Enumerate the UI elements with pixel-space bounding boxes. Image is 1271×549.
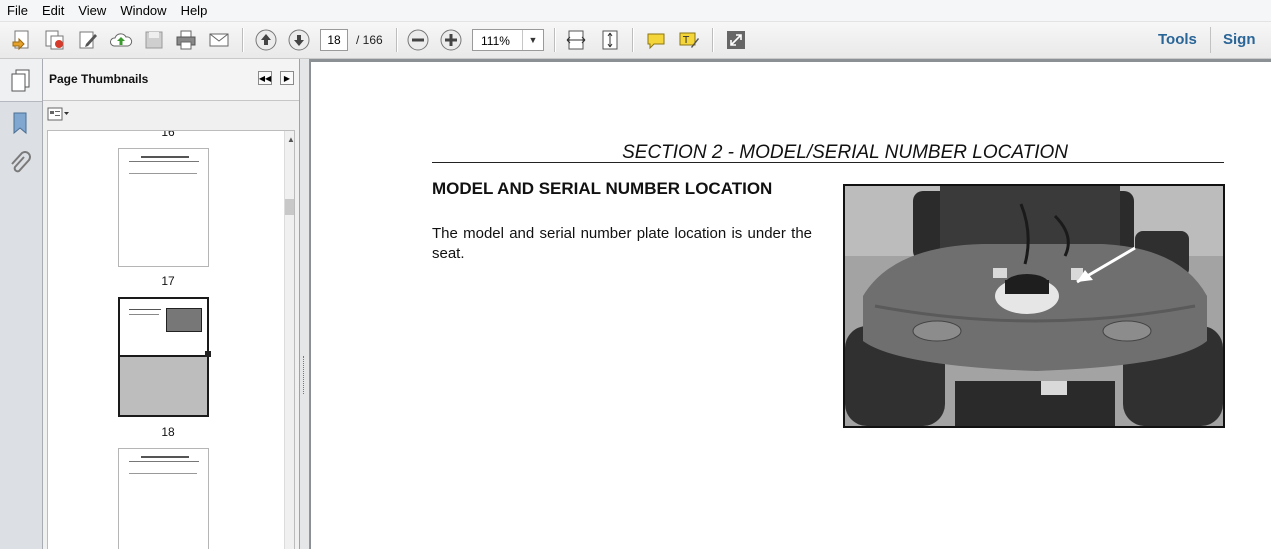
sign-button[interactable]: Sign [1223, 31, 1256, 48]
thumbnail-page-selected[interactable] [118, 297, 211, 417]
thumbnail-list: 16 17 18 ▲ [47, 130, 295, 549]
highlight-text-icon[interactable]: T [675, 26, 703, 54]
menu-bar: File Edit View Window Help [0, 0, 1271, 22]
toolbar-separator [712, 28, 714, 52]
page-heading: MODEL AND SERIAL NUMBER LOCATION [432, 179, 773, 198]
zoom-value: 111% [481, 34, 510, 48]
panel-header: Page Thumbnails ◀◀ ▶ [43, 59, 299, 101]
thumbnail-page[interactable] [118, 148, 209, 267]
fit-width-icon[interactable] [562, 26, 590, 54]
document-view: SECTION 2 - MODEL/SERIAL NUMBER LOCATION… [310, 59, 1271, 549]
section-title: SECTION 2 - MODEL/SERIAL NUMBER LOCATION [622, 142, 1068, 163]
toolbar-separator [1210, 27, 1211, 53]
thumbnail-scrollbar[interactable]: ▲ [284, 131, 294, 549]
toolbar: 18 / 166 111% ▼ T Tools Sign [0, 22, 1271, 59]
create-pdf-icon[interactable] [8, 26, 36, 54]
chevron-up-icon[interactable]: ▲ [287, 135, 294, 144]
menu-file[interactable]: File [0, 3, 35, 18]
svg-text:T: T [682, 35, 690, 46]
menu-window[interactable]: Window [113, 3, 173, 18]
plus-circle-icon[interactable] [437, 26, 465, 54]
bookmark-icon[interactable] [10, 111, 30, 135]
arrow-up-icon[interactable] [252, 26, 280, 54]
chevron-down-icon[interactable]: ▼ [522, 30, 543, 50]
save-icon[interactable] [140, 26, 168, 54]
pdf-page: SECTION 2 - MODEL/SERIAL NUMBER LOCATION… [311, 62, 1271, 549]
mower-photo [843, 184, 1225, 428]
tools-button[interactable]: Tools [1158, 31, 1197, 48]
attachment-icon[interactable] [8, 151, 32, 177]
thumbnail-label: 17 [161, 274, 175, 288]
menu-view[interactable]: View [71, 3, 113, 18]
page-thumbnails-panel: Page Thumbnails ◀◀ ▶ 16 17 18 ▲ [43, 59, 300, 549]
thumbnail-label: 16 [161, 130, 175, 139]
thumbnail-page[interactable] [118, 448, 209, 549]
page-number-input[interactable]: 18 [320, 29, 348, 51]
menu-edit[interactable]: Edit [35, 3, 71, 18]
toolbar-separator [396, 28, 398, 52]
navigation-rail [0, 59, 43, 549]
toolbar-separator [554, 28, 556, 52]
print-icon[interactable] [172, 26, 200, 54]
collapse-left-icon[interactable]: ◀◀ [258, 71, 272, 85]
mower-photo-image [845, 186, 1223, 426]
fullscreen-icon[interactable] [722, 26, 750, 54]
zoom-select[interactable]: 111% ▼ [472, 29, 544, 51]
options-menu-icon [47, 107, 69, 121]
chevron-right-icon[interactable]: ▶ [280, 71, 294, 85]
email-icon[interactable] [205, 26, 233, 54]
edit-icon[interactable] [74, 26, 102, 54]
title-rule [432, 162, 1224, 163]
upload-cloud-icon[interactable] [107, 26, 135, 54]
pages-icon [11, 69, 30, 92]
fit-page-icon[interactable] [596, 26, 624, 54]
page-count: / 166 [356, 33, 383, 47]
arrow-down-icon[interactable] [285, 26, 313, 54]
panel-splitter[interactable] [300, 59, 310, 549]
toolbar-separator [242, 28, 244, 52]
minus-circle-icon[interactable] [404, 26, 432, 54]
page-thumbnails-button[interactable] [0, 59, 42, 102]
scrollbar-thumb[interactable] [285, 199, 294, 215]
splitter-grip[interactable] [303, 356, 306, 394]
comment-icon[interactable] [642, 26, 670, 54]
panel-title: Page Thumbnails [49, 72, 149, 86]
menu-help[interactable]: Help [174, 3, 215, 18]
thumbnail-options-button[interactable] [47, 106, 71, 122]
body-paragraph: The model and serial number plate locati… [432, 225, 812, 262]
toolbar-separator [632, 28, 634, 52]
combine-files-icon[interactable] [40, 26, 68, 54]
thumbnail-label: 18 [161, 425, 175, 439]
